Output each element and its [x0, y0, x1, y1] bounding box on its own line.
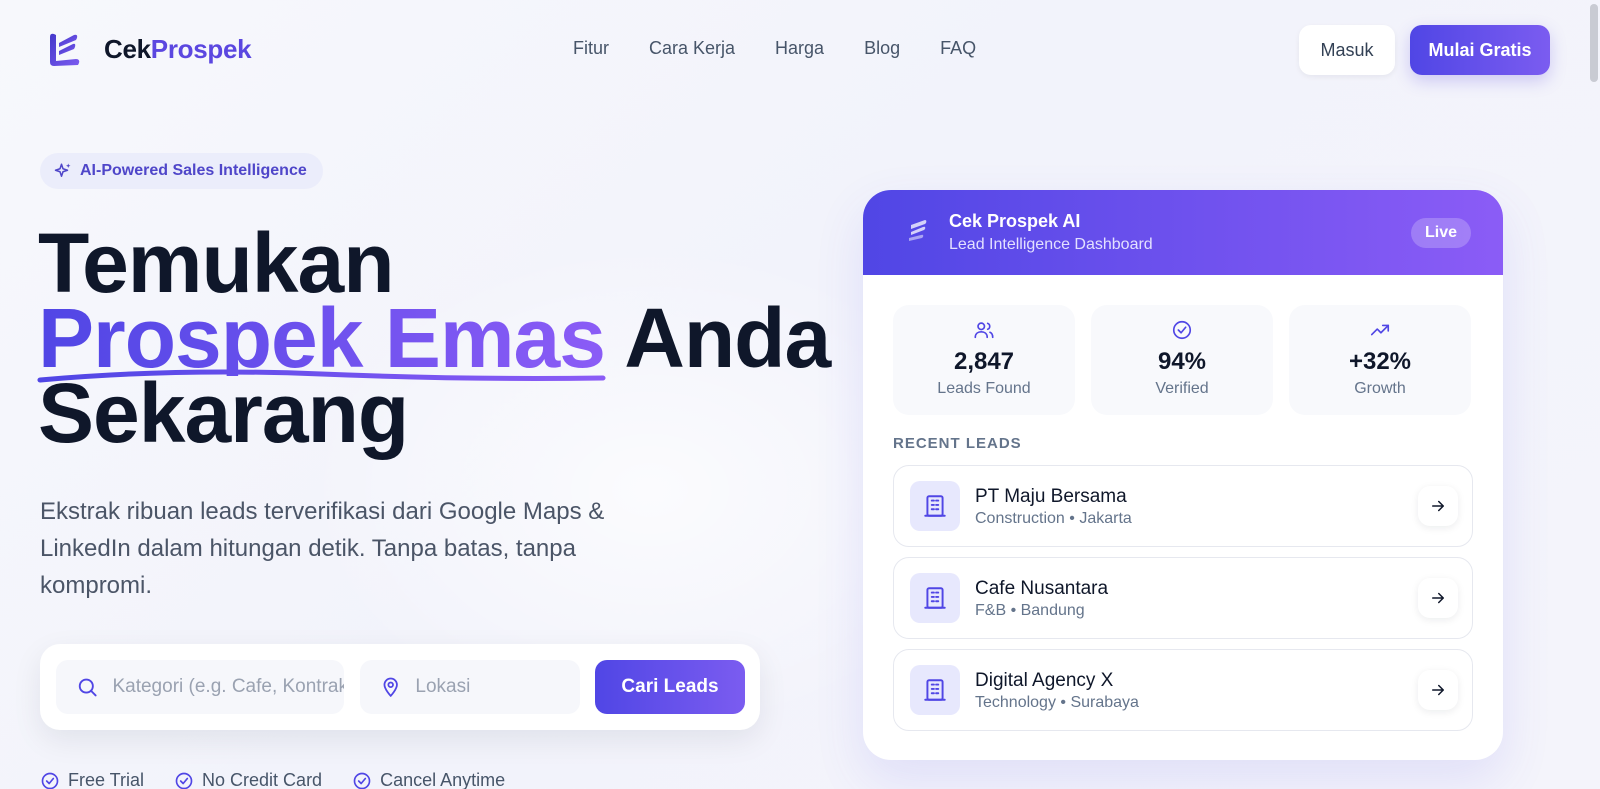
benefit-label: Cancel Anytime [380, 770, 506, 789]
headline-line-3: Sekarang [38, 366, 409, 460]
location-input[interactable] [415, 676, 580, 698]
dashboard-logo-icon [909, 220, 927, 241]
headline-line-2-rest: Anda [604, 291, 831, 385]
benefit-item: Cancel Anytime [352, 770, 505, 789]
brand-logo[interactable]: CekProspek [48, 31, 252, 67]
stat-value: +32% [1348, 348, 1412, 375]
nav-link-blog[interactable]: Blog [864, 38, 900, 59]
category-field[interactable] [56, 660, 344, 714]
logo-icon [50, 33, 80, 66]
benefit-item: Free Trial [40, 770, 144, 789]
stat-card-leads: 2,847 Leads Found [893, 305, 1075, 415]
stat-card-verified: 94% Verified [1091, 305, 1273, 415]
hero-badge: AI-Powered Sales Intelligence [40, 153, 323, 189]
dashboard-header: Cek Prospek AI Lead Intelligence Dashboa… [863, 190, 1503, 275]
building-icon [924, 587, 946, 609]
building-icon [924, 495, 946, 517]
lead-name: Digital Agency X [975, 670, 1114, 691]
benefit-label: No Credit Card [202, 770, 323, 789]
benefit-checks: Free Trial No Credit Card Cancel Anytime [40, 770, 505, 789]
live-status-badge: Live [1411, 218, 1471, 248]
arrow-right-icon [1432, 500, 1444, 512]
lead-open-button[interactable] [1418, 670, 1458, 710]
users-icon [974, 322, 994, 339]
lead-meta: F&B • Bandung [975, 602, 1085, 619]
dashboard-title: Cek Prospek AI [949, 211, 1081, 231]
stat-card-growth: +32% Growth [1289, 305, 1471, 415]
check-circle-icon [41, 772, 59, 789]
stat-value: 2,847 [953, 348, 1015, 375]
location-field[interactable] [360, 660, 580, 714]
lead-open-button[interactable] [1418, 578, 1458, 618]
lead-meta: Construction • Jakarta [975, 510, 1132, 527]
nav-link-cara-kerja[interactable]: Cara Kerja [649, 38, 735, 59]
stat-value: 94% [1157, 348, 1207, 375]
start-free-button[interactable]: Mulai Gratis [1410, 25, 1550, 75]
recent-leads-heading: RECENT LEADS [893, 435, 1022, 452]
hero-headline: Temukan Prospek Emas Anda Sekarang [37, 216, 831, 460]
headline-accent: Prospek Emas [37, 291, 606, 385]
trending-up-icon [1370, 324, 1390, 336]
nav-link-fitur[interactable]: Fitur [573, 38, 609, 59]
category-input[interactable] [112, 676, 344, 698]
arrow-right-icon [1432, 684, 1444, 696]
arrow-right-icon [1432, 592, 1444, 604]
benefit-label: Free Trial [68, 770, 145, 789]
stat-label: Growth [1354, 380, 1406, 397]
check-circle-icon [1172, 320, 1192, 340]
lead-item[interactable]: Digital Agency X Technology • Surabaya [893, 649, 1473, 731]
check-circle-icon [175, 772, 193, 789]
headline-underline [37, 369, 606, 383]
map-pin-icon [383, 677, 398, 697]
lead-item[interactable]: PT Maju Bersama Construction • Jakarta [893, 465, 1473, 547]
search-icon [78, 678, 97, 697]
page-scrollbar[interactable] [1588, 0, 1600, 789]
nav-link-harga[interactable]: Harga [775, 38, 824, 59]
hero-subtitle: Ekstrak ribuan leads terverifikasi dari … [40, 498, 605, 599]
benefit-item: No Credit Card [174, 770, 322, 789]
scrollbar-thumb[interactable] [1590, 4, 1598, 82]
lead-icon-box [910, 481, 960, 531]
headline-line-1: Temukan [38, 216, 395, 310]
stat-label: Leads Found [937, 380, 1031, 397]
lead-open-button[interactable] [1418, 486, 1458, 526]
nav-link-faq[interactable]: FAQ [940, 38, 976, 59]
search-leads-button[interactable]: Cari Leads [595, 660, 745, 714]
hero-badge-text: AI-Powered Sales Intelligence [80, 162, 307, 179]
nav-links: Fitur Cara Kerja Harga Blog FAQ [573, 38, 976, 59]
dashboard-subtitle: Lead Intelligence Dashboard [949, 236, 1153, 253]
search-card: Cari Leads [40, 644, 760, 730]
lead-icon-box [910, 665, 960, 715]
brand-name: CekProspek [104, 33, 252, 64]
sparkles-icon [54, 163, 71, 177]
dashboard-preview-card: Cek Prospek AI Lead Intelligence Dashboa… [863, 190, 1503, 760]
lead-icon-box [910, 573, 960, 623]
lead-item[interactable]: Cafe Nusantara F&B • Bandung [893, 557, 1473, 639]
stat-label: Verified [1155, 380, 1209, 397]
check-circle-icon [353, 772, 371, 789]
login-button[interactable]: Masuk [1299, 25, 1395, 75]
lead-name: PT Maju Bersama [975, 486, 1127, 507]
top-navigation: CekProspek Fitur Cara Kerja Harga Blog F… [0, 0, 1600, 100]
headline-line-2: Prospek Emas Anda [37, 291, 831, 385]
building-icon [924, 679, 946, 701]
lead-meta: Technology • Surabaya [975, 694, 1139, 711]
lead-name: Cafe Nusantara [975, 578, 1109, 599]
